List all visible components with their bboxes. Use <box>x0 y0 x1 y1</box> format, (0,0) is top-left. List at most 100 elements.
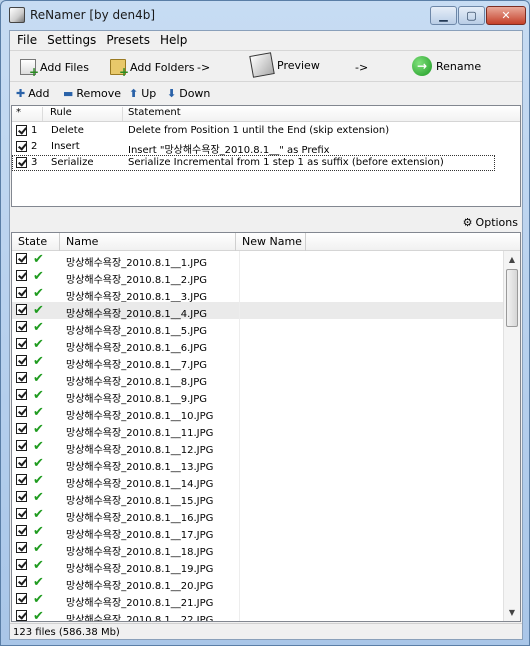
file-checkbox[interactable] <box>16 440 27 451</box>
rule-row[interactable]: 2 Insert Insert "망상해수욕장_2010.8.1__" as P… <box>12 139 520 156</box>
add-files-button[interactable]: Add Files <box>20 57 89 79</box>
file-new-name <box>239 336 305 353</box>
file-checkbox[interactable] <box>16 474 27 485</box>
file-checkbox[interactable] <box>16 270 27 281</box>
move-down-button[interactable]: ⬇ Down <box>167 87 210 100</box>
file-row[interactable]: ✔ 망상해수욕장_2010.8.1__4.JPG <box>12 302 504 320</box>
rules-header-star[interactable]: * <box>12 107 43 121</box>
menu-help[interactable]: Help <box>157 31 194 49</box>
options-button[interactable]: ⚙ Options <box>463 216 518 229</box>
file-row[interactable]: ✔ 망상해수욕장_2010.8.1__14.JPG <box>12 472 504 490</box>
add-rule-button[interactable]: ✚ Add <box>16 87 50 100</box>
rename-button[interactable]: → Rename <box>412 56 481 76</box>
file-row[interactable]: ✔ 망상해수욕장_2010.8.1__18.JPG <box>12 540 504 558</box>
file-row[interactable]: ✔ 망상해수욕장_2010.8.1__10.JPG <box>12 404 504 422</box>
files-header-new-name[interactable]: New Name <box>238 235 302 249</box>
file-name: 망상해수욕장_2010.8.1__19.JPG <box>66 564 214 575</box>
scroll-up-button[interactable]: ▲ <box>504 251 520 268</box>
file-name: 망상해수욕장_2010.8.1__17.JPG <box>66 530 214 541</box>
file-checkbox[interactable] <box>16 576 27 587</box>
file-row[interactable]: ✔ 망상해수욕장_2010.8.1__6.JPG <box>12 336 504 354</box>
scroll-down-button[interactable]: ▼ <box>504 604 520 621</box>
preview-icon <box>249 52 275 78</box>
file-row[interactable]: ✔ 망상해수욕장_2010.8.1__5.JPG <box>12 319 504 337</box>
file-checkbox[interactable] <box>16 355 27 366</box>
file-row[interactable]: ✔ 망상해수욕장_2010.8.1__19.JPG <box>12 557 504 575</box>
title-bar[interactable]: ReNamer [by den4b] ▁ ▢ ✕ <box>1 1 529 29</box>
ok-check-icon: ✔ <box>33 252 44 267</box>
rules-header-rule[interactable]: Rule <box>46 107 123 121</box>
renamer-window: ReNamer [by den4b] ▁ ▢ ✕ File Settings P… <box>0 0 530 646</box>
column-separator[interactable] <box>59 233 60 251</box>
file-checkbox[interactable] <box>16 321 27 332</box>
file-row[interactable]: ✔ 망상해수욕장_2010.8.1__21.JPG <box>12 591 504 609</box>
rule-number: 2 <box>31 141 38 152</box>
file-row[interactable]: ✔ 망상해수욕장_2010.8.1__17.JPG <box>12 523 504 541</box>
ok-check-icon: ✔ <box>33 269 44 284</box>
file-row[interactable]: ✔ 망상해수욕장_2010.8.1__13.JPG <box>12 455 504 473</box>
file-row[interactable]: ✔ 망상해수욕장_2010.8.1__8.JPG <box>12 370 504 388</box>
file-row[interactable]: ✔ 망상해수욕장_2010.8.1__16.JPG <box>12 506 504 524</box>
column-separator[interactable] <box>305 233 306 251</box>
file-name: 망상해수욕장_2010.8.1__9.JPG <box>66 394 208 405</box>
file-row[interactable]: ✔ 망상해수욕장_2010.8.1__12.JPG <box>12 438 504 456</box>
file-checkbox[interactable] <box>16 508 27 519</box>
file-row[interactable]: ✔ 망상해수욕장_2010.8.1__2.JPG <box>12 268 504 286</box>
file-row[interactable]: ✔ 망상해수욕장_2010.8.1__1.JPG <box>12 251 504 269</box>
ok-check-icon: ✔ <box>33 320 44 335</box>
file-row[interactable]: ✔ 망상해수욕장_2010.8.1__9.JPG <box>12 387 504 405</box>
files-header-state[interactable]: State <box>14 235 47 249</box>
menu-settings[interactable]: Settings <box>44 31 103 49</box>
rules-header-statement[interactable]: Statement <box>124 107 520 121</box>
close-button[interactable]: ✕ <box>486 6 526 25</box>
ok-check-icon: ✔ <box>33 286 44 301</box>
maximize-button[interactable]: ▢ <box>458 6 485 25</box>
file-checkbox[interactable] <box>16 338 27 349</box>
minimize-button[interactable]: ▁ <box>430 6 457 25</box>
rule-row[interactable]: 3 Serialize Serialize Incremental from 1… <box>12 155 495 171</box>
file-checkbox[interactable] <box>16 389 27 400</box>
preview-button[interactable]: Preview <box>249 52 320 78</box>
vertical-scrollbar[interactable]: ▲ ▼ <box>503 251 520 621</box>
move-up-button[interactable]: ⬆ Up <box>129 87 156 100</box>
rule-checkbox[interactable] <box>16 141 27 152</box>
close-icon: ✕ <box>501 9 511 22</box>
file-row[interactable]: ✔ 망상해수욕장_2010.8.1__20.JPG <box>12 574 504 592</box>
file-checkbox[interactable] <box>16 457 27 468</box>
column-separator[interactable] <box>235 233 236 251</box>
file-row[interactable]: ✔ 망상해수욕장_2010.8.1__22.JPG <box>12 608 504 621</box>
file-checkbox[interactable] <box>16 304 27 315</box>
file-row[interactable]: ✔ 망상해수욕장_2010.8.1__3.JPG <box>12 285 504 303</box>
file-checkbox[interactable] <box>16 525 27 536</box>
maximize-icon: ▢ <box>466 9 477 22</box>
file-checkbox[interactable] <box>16 593 27 604</box>
file-checkbox[interactable] <box>16 253 27 264</box>
rule-statement: Insert "망상해수욕장_2010.8.1__" as Prefix <box>128 145 330 156</box>
rule-checkbox[interactable] <box>16 157 27 168</box>
file-checkbox[interactable] <box>16 372 27 383</box>
file-row[interactable]: ✔ 망상해수욕장_2010.8.1__15.JPG <box>12 489 504 507</box>
file-row[interactable]: ✔ 망상해수욕장_2010.8.1__11.JPG <box>12 421 504 439</box>
rule-checkbox[interactable] <box>16 125 27 136</box>
menu-presets[interactable]: Presets <box>103 31 157 49</box>
file-checkbox[interactable] <box>16 423 27 434</box>
files-header-name[interactable]: Name <box>62 235 98 249</box>
file-row[interactable]: ✔ 망상해수욕장_2010.8.1__7.JPG <box>12 353 504 371</box>
add-files-icon <box>20 59 39 79</box>
rule-row[interactable]: 1 Delete Delete from Position 1 until th… <box>12 123 520 139</box>
window-title: ReNamer [by den4b] <box>30 8 156 22</box>
menu-file[interactable]: File <box>14 31 44 49</box>
file-checkbox[interactable] <box>16 559 27 570</box>
file-checkbox[interactable] <box>16 610 27 621</box>
file-checkbox[interactable] <box>16 406 27 417</box>
add-folders-button[interactable]: Add Folders <box>110 57 195 79</box>
file-checkbox[interactable] <box>16 491 27 502</box>
file-name: 망상해수욕장_2010.8.1__21.JPG <box>66 598 214 609</box>
arrow-up-icon: ⬆ <box>129 87 139 100</box>
remove-rule-button[interactable]: ▬ Remove <box>63 87 121 100</box>
file-new-name <box>239 404 305 421</box>
scrollbar-thumb[interactable] <box>506 269 518 327</box>
file-checkbox[interactable] <box>16 287 27 298</box>
rename-label: Rename <box>436 59 482 73</box>
file-checkbox[interactable] <box>16 542 27 553</box>
